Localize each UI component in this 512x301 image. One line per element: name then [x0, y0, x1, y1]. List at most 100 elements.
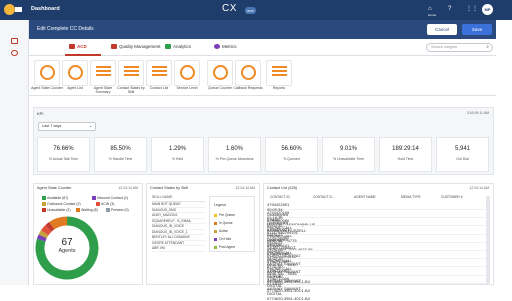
dashboard-icon[interactable] [11, 38, 18, 44]
save-button[interactable]: Save [462, 24, 492, 35]
home-icon[interactable]: ⌂ Home [428, 6, 436, 18]
kpi-card: 85.50% % Handle Time [94, 137, 147, 172]
tile-reports[interactable] [266, 60, 292, 86]
table-row[interactable]: 4794420169 01:18:36 Unassigned PHONE CALL 61… [267, 210, 489, 235]
kpi-label: % Unavailable Time [333, 157, 364, 161]
legend-item: On Hold [214, 237, 231, 241]
table-row[interactable]: 4794712006 07:18:00 AKSHAY SAWANT DIGITAL 07… [267, 276, 489, 301]
scrollbar[interactable] [486, 196, 490, 284]
tile-label: Callback Requests [233, 86, 263, 90]
legend-label: ACW (3) [101, 202, 115, 206]
kpi-label: % Queued [283, 157, 300, 161]
legend-swatch [76, 208, 80, 213]
table-row[interactable]: 4794708460 03:04:21 SEAN LIVABOT PHONE CALL… [267, 235, 489, 260]
brand-logo: CX [222, 3, 237, 14]
tile-agent-list[interactable] [62, 60, 88, 86]
legend-swatch [214, 245, 217, 249]
gauge-icon [68, 65, 83, 80]
tile-callback-requests[interactable] [235, 60, 261, 86]
tile-contact-list[interactable] [146, 60, 172, 86]
chevron-down-icon: ⌄ [88, 124, 92, 128]
column-header[interactable]: AGENT NAME [354, 195, 376, 199]
skill-list: SKILL NAME MAIN BOT QUEUE DIANOUS_SMS AN… [152, 195, 205, 252]
donut-slice-acw [40, 224, 52, 236]
table-row[interactable]: 4794420101 03:09:09 POPPO MORENO PHONE CALL… [267, 243, 489, 268]
kpi-value: 56.60% [281, 146, 302, 152]
gauge-icon [213, 65, 228, 80]
app-logo-icon[interactable] [4, 4, 15, 15]
table-row[interactable]: 4794420221 03:04:21 Unassigned DIGITAL BEDSH… [267, 227, 489, 252]
legend-item: ACW (3) [96, 202, 115, 207]
kpi-label: Hold Time [397, 157, 414, 161]
tab-quality-management[interactable]: Quality Management [111, 44, 161, 50]
column-header[interactable]: MEDIA TYPE [401, 195, 421, 199]
search-placeholder: Search widgets [431, 45, 457, 49]
legend-label: Preview (0) [111, 208, 129, 212]
tile-contact-states-by-skill[interactable] [118, 60, 144, 86]
list-icon [152, 66, 167, 68]
list-item[interactable]: ABR VM [152, 246, 205, 252]
tile-label: Reports [272, 86, 286, 90]
date-range-select[interactable]: Last 7 days ⌄ [38, 122, 96, 131]
table-row[interactable]: 4794420080 03:02:52 BRANDON RUSSELL PHONE C… [267, 218, 489, 243]
agent-total: 67 [61, 237, 73, 248]
table-row[interactable]: 4794712007 07:30:40 AKSHAY SAWANT DIGITAL 07… [267, 268, 489, 293]
avatar[interactable]: MP [482, 4, 493, 15]
column-header[interactable]: CONTACT ID [270, 195, 290, 199]
legend-swatch [214, 213, 217, 217]
tile-service-level[interactable] [174, 60, 200, 86]
column-header[interactable]: CUSTOMER # [441, 195, 463, 199]
tab-metrics[interactable]: Metrics [214, 44, 237, 50]
contact-list-widget: Contact List (428) 12:24:14 AM CONTACT I… [263, 183, 494, 301]
legend-label: In Queue [219, 221, 233, 225]
settings-icon[interactable] [11, 50, 18, 56]
legend-label: Unavailable (2) [47, 208, 71, 212]
tile-queue-counter[interactable] [207, 60, 233, 86]
donut-slice-unavailable [45, 221, 55, 232]
kpi-value: 9.01% [339, 146, 357, 152]
kpi-card: 1.60% % Pre-Queue Abandons [208, 137, 261, 172]
analytics-icon [165, 44, 171, 50]
help-icon[interactable]: ? [448, 6, 451, 12]
list-icon [124, 66, 139, 68]
left-rail [0, 20, 29, 285]
legend-item: Unavailable (2) [42, 208, 71, 213]
agent-unit: Agents [58, 248, 76, 254]
legend-swatch [214, 237, 217, 241]
contact-states-widget: Contact States by Skill 12:24:14 AM SKIL… [146, 183, 260, 285]
list-icon [272, 66, 287, 68]
skill-column-header: SKILL NAME [152, 195, 205, 202]
legend-label: Post Agent [219, 245, 235, 249]
tab-analytics-label: Analytics [173, 44, 192, 49]
metrics-icon [214, 44, 220, 50]
tile-agent-state-summary[interactable] [90, 60, 116, 86]
edit-header: Edit Complete CC Details Cancel Save [29, 20, 496, 39]
search-input[interactable]: Search widgets ⌕ [426, 43, 493, 52]
tab-analytics[interactable]: Analytics [165, 44, 192, 50]
gauge-icon [241, 65, 256, 80]
tab-acd[interactable]: ACD [69, 44, 87, 50]
legend-swatch [42, 196, 46, 201]
kpi-card: 56.60% % Queued [265, 137, 318, 172]
kpi-title: KPI [37, 111, 44, 116]
kpi-card: 76.66% % Actual Talk Time [37, 137, 90, 172]
legend-item: Waiting (8) [76, 208, 98, 213]
dashboard-window: Dashboard CX one ⌂ Home ? ⋮⋮ MP Edit Comp… [0, 0, 512, 301]
table-row[interactable]: 4794422691 00:00:34 Unassigned E-MAIL MAILER… [267, 202, 489, 227]
grid-icon[interactable]: ⋮⋮ [466, 6, 478, 12]
home-icon[interactable] [15, 7, 22, 12]
cancel-button[interactable]: Cancel [427, 24, 457, 35]
table-cell: 0774620-3951-40C1-B4 [267, 295, 310, 301]
gauge-icon [40, 65, 55, 80]
column-header[interactable]: CONTACT D... [313, 195, 335, 199]
legend-swatch [42, 208, 46, 213]
table-row[interactable]: 4794712397 07:37:50 AKSHAY SAWANT DIGITAL 07… [267, 259, 489, 284]
widget-timestamp: 12:24:14 AM [469, 186, 489, 190]
skill-legend: Legend Pre Queue In Queue Active On Hold… [209, 196, 255, 252]
tile-agent-state-counter[interactable] [34, 60, 60, 86]
legend-item: Active [214, 229, 228, 233]
legend-label: Waiting (8) [81, 208, 98, 212]
legend-swatch [214, 229, 217, 233]
kpi-card: 9.01% % Unavailable Time [322, 137, 375, 172]
table-row[interactable]: 4794708062 08:52:28 AKSHAY SAWANT PHONE CAL… [267, 251, 489, 276]
